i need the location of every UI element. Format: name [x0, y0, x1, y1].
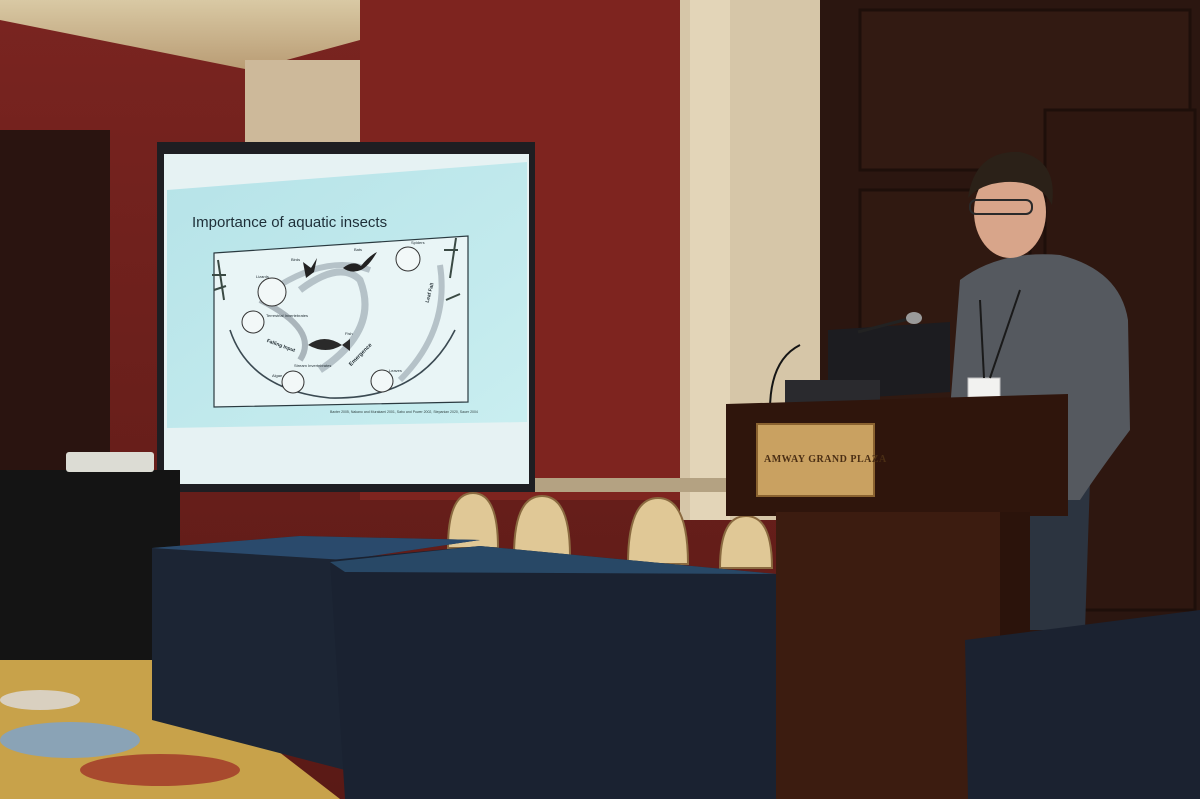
conference-room-scene [0, 0, 1200, 799]
projector [66, 452, 154, 472]
leaves-icon [370, 369, 394, 393]
label-fish: Fish [345, 331, 353, 336]
left-cabinet [0, 130, 110, 470]
label-terrestrial-invertebrates: Terrestrial Invertebrates [266, 313, 309, 318]
terrestrial-invertebrate-icon [241, 310, 265, 334]
label-spiders: Spiders [411, 240, 425, 245]
spider-icon [395, 246, 421, 272]
label-algae: Algae [272, 373, 283, 378]
label-leaves: Leaves [389, 368, 402, 373]
table-right [330, 546, 776, 799]
label-birds: Birds [291, 257, 301, 262]
slide-title: Importance of aquatic insects [192, 214, 388, 231]
algae-icon [281, 370, 305, 394]
label-bats: Bats [354, 247, 363, 252]
foreground-table [965, 610, 1200, 799]
lizard-icon [257, 277, 287, 307]
slide-citation: Baxter 2005, Nakano and Murakami 2001, S… [330, 410, 478, 414]
label-lizards: Lizards [256, 274, 269, 279]
podium-sign-text: AMWAY GRAND PLAZA [764, 454, 887, 465]
label-stream-invertebrates: Stream Invertebrates [294, 363, 332, 368]
